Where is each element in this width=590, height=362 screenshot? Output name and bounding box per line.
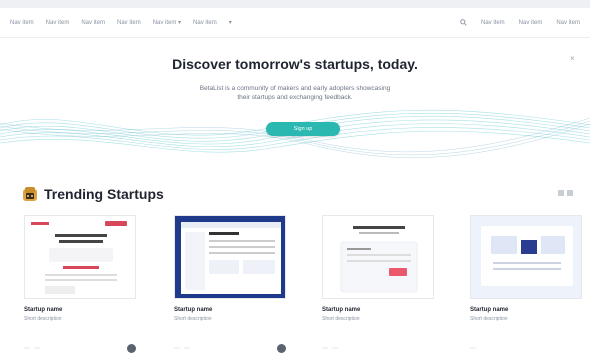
nav-link[interactable]: Nav item bbox=[193, 20, 217, 26]
startup-meta bbox=[174, 343, 286, 353]
nav-link[interactable]: Nav item bbox=[46, 20, 70, 26]
nav-link[interactable]: Nav item bbox=[117, 20, 141, 26]
search-icon[interactable] bbox=[460, 19, 467, 26]
startup-name[interactable]: Startup name bbox=[322, 307, 360, 313]
startup-meta bbox=[24, 343, 136, 353]
startup-thumbnail[interactable] bbox=[24, 215, 136, 299]
startup-thumbnail[interactable] bbox=[322, 215, 434, 299]
startup-card[interactable]: Startup name Short description bbox=[322, 215, 434, 362]
startup-grid: Startup name Short description Startup n… bbox=[24, 215, 584, 362]
trending-icon bbox=[23, 187, 37, 201]
hero-title: Discover tomorrow's startups, today. bbox=[172, 56, 418, 72]
nav-link[interactable]: Nav item bbox=[81, 20, 105, 26]
comment-pill[interactable] bbox=[184, 347, 190, 349]
section-title: Trending Startups bbox=[44, 186, 164, 202]
nav-dropdown[interactable]: Nav item ▾ bbox=[153, 19, 181, 26]
view-toggle[interactable] bbox=[558, 190, 573, 196]
top-nav: Nav item Nav item Nav item Nav item Nav … bbox=[0, 8, 590, 38]
startup-description: Short description bbox=[174, 316, 212, 322]
nav-right: Nav item Nav item Nav item bbox=[460, 19, 580, 26]
tag-pill[interactable] bbox=[470, 347, 476, 349]
upvote-pill[interactable] bbox=[24, 347, 30, 349]
signup-button[interactable]: Sign up bbox=[266, 122, 340, 136]
startup-description: Short description bbox=[24, 316, 62, 322]
nav-link[interactable]: Nav item bbox=[10, 20, 34, 26]
hero-banner: Discover tomorrow's startups, today. Bet… bbox=[0, 38, 590, 166]
startup-description: Short description bbox=[470, 316, 508, 322]
maker-avatar[interactable] bbox=[277, 343, 286, 353]
upvote-pill[interactable] bbox=[174, 347, 180, 349]
startup-thumbnail[interactable] bbox=[470, 215, 582, 299]
comment-pill[interactable] bbox=[34, 347, 40, 349]
upvote-pill[interactable] bbox=[322, 347, 328, 349]
startup-meta bbox=[322, 343, 434, 353]
comment-pill[interactable] bbox=[332, 347, 338, 349]
page: Nav item Nav item Nav item Nav item Nav … bbox=[0, 0, 590, 362]
startup-name[interactable]: Startup name bbox=[24, 307, 62, 313]
startup-name[interactable]: Startup name bbox=[470, 307, 508, 313]
maker-avatar[interactable] bbox=[127, 343, 136, 353]
browser-strip bbox=[0, 0, 590, 8]
nav-link[interactable]: Nav item bbox=[556, 20, 580, 26]
nav-link[interactable]: Nav item bbox=[481, 20, 505, 26]
startup-card[interactable]: Startup name Short description bbox=[24, 215, 136, 362]
section-header: Trending Startups bbox=[22, 186, 164, 202]
startup-card[interactable]: Startup name Short description bbox=[470, 215, 582, 362]
nav-more[interactable]: ▾ bbox=[229, 19, 232, 26]
startup-name[interactable]: Startup name bbox=[174, 307, 212, 313]
startup-meta bbox=[470, 343, 582, 353]
close-icon[interactable]: × bbox=[570, 54, 575, 63]
startup-card[interactable]: Startup name Short description bbox=[174, 215, 286, 362]
startup-description: Short description bbox=[322, 316, 360, 322]
nav-link[interactable]: Nav item bbox=[519, 20, 543, 26]
startup-thumbnail[interactable] bbox=[174, 215, 286, 299]
